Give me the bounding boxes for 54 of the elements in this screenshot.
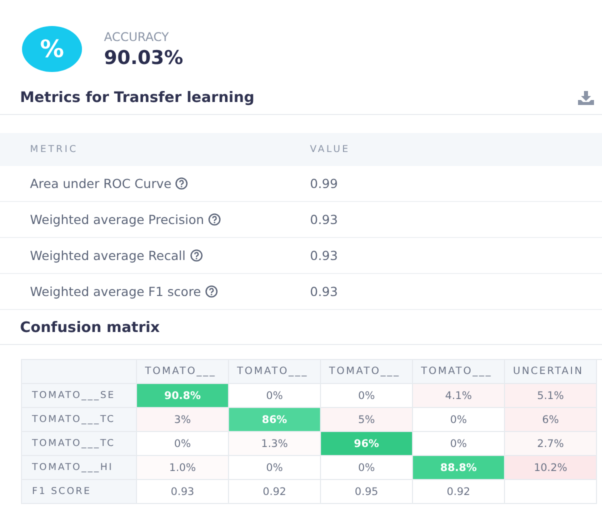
- matrix-cell: 5.1%: [505, 384, 597, 408]
- matrix-cell: 0%: [413, 432, 505, 456]
- metric-name: Weighted average F1 score: [30, 284, 201, 299]
- row-header: TOMATO___SE: [22, 384, 137, 408]
- matrix-cell: 0%: [321, 456, 413, 480]
- matrix-cell: 0.95: [321, 480, 413, 504]
- metric-name: Area under ROC Curve: [30, 176, 172, 191]
- column-header: TOMATO___: [321, 360, 413, 384]
- download-icon[interactable]: [578, 91, 594, 105]
- metric-value: 0.93: [310, 248, 339, 263]
- matrix-cell: 2.7%: [505, 432, 597, 456]
- metric-name: Weighted average Recall: [30, 248, 186, 263]
- column-header: UNCERTAIN: [505, 360, 597, 384]
- column-header: TOMATO___: [413, 360, 505, 384]
- section-title: Metrics for Transfer learning: [20, 90, 254, 106]
- help-icon[interactable]: [175, 177, 188, 190]
- matrix-cell: 1.3%: [229, 432, 321, 456]
- section-title: Confusion matrix: [20, 320, 160, 336]
- row-header: TOMATO___TC: [22, 408, 137, 432]
- matrix-cell: 0.92: [229, 480, 321, 504]
- matrix-cell: 0%: [229, 456, 321, 480]
- matrix-cell: 86%: [229, 408, 321, 432]
- matrix-cell: 4.1%: [413, 384, 505, 408]
- column-header: TOMATO___: [137, 360, 229, 384]
- help-icon[interactable]: [208, 213, 222, 226]
- column-header: METRIC: [30, 144, 80, 155]
- matrix-cell: 0%: [229, 384, 321, 408]
- metric-value: 0.93: [310, 212, 339, 227]
- column-header: VALUE: [310, 144, 352, 155]
- matrix-cell: 90.8%: [137, 384, 229, 408]
- matrix-cell: 0.92: [413, 480, 505, 504]
- matrix-cell: 96%: [321, 432, 413, 456]
- percent-icon: %: [22, 26, 82, 72]
- matrix-cell: 5%: [321, 408, 413, 432]
- accuracy-value: 90.03%: [104, 46, 184, 68]
- matrix-cell: 88.8%: [413, 456, 505, 480]
- matrix-cell: 0.93: [137, 480, 229, 504]
- row-header: TOMATO___TC: [22, 432, 137, 456]
- matrix-cell: 0%: [321, 384, 413, 408]
- metric-value: 0.99: [310, 176, 339, 191]
- accuracy-label: ACCURACY: [104, 30, 170, 44]
- matrix-cell: 0%: [137, 432, 229, 456]
- help-icon[interactable]: [205, 285, 218, 298]
- matrix-cell: 3%: [137, 408, 229, 432]
- matrix-cell: 1.0%: [137, 456, 229, 480]
- metric-value: 0.93: [310, 284, 339, 299]
- row-header: F1 SCORE: [22, 480, 137, 504]
- matrix-cell: 10.2%: [505, 456, 597, 480]
- matrix-cell: 0%: [413, 408, 505, 432]
- metric-name: Weighted average Precision: [30, 212, 204, 227]
- row-header: TOMATO___HI: [22, 456, 137, 480]
- help-icon[interactable]: [190, 249, 203, 262]
- column-header: TOMATO___: [229, 360, 321, 384]
- matrix-cell: 6%: [505, 408, 597, 432]
